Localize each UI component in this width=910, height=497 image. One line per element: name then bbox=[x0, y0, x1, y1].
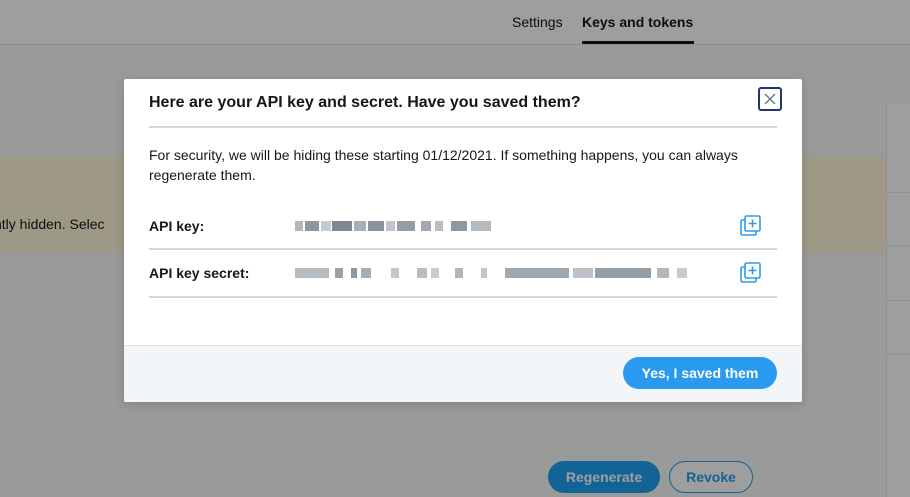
api-key-value-redacted bbox=[295, 221, 495, 235]
api-key-secret-label: API key secret: bbox=[149, 265, 250, 281]
api-key-secret-row: API key secret: bbox=[149, 250, 777, 296]
api-key-row: API key: bbox=[149, 203, 777, 249]
api-key-label: API key: bbox=[149, 218, 205, 234]
copy-api-key-button[interactable] bbox=[740, 215, 762, 237]
close-button[interactable] bbox=[758, 87, 782, 111]
title-divider bbox=[149, 126, 777, 128]
modal-footer: Yes, I saved them bbox=[124, 345, 802, 402]
copy-api-key-secret-button[interactable] bbox=[740, 262, 762, 284]
api-key-secret-value-redacted bbox=[295, 268, 695, 282]
modal-title: Here are your API key and secret. Have y… bbox=[149, 94, 581, 111]
close-icon bbox=[764, 93, 776, 105]
copy-icon bbox=[740, 215, 761, 236]
modal-description: For security, we will be hiding these st… bbox=[149, 147, 738, 183]
confirm-saved-button[interactable]: Yes, I saved them bbox=[623, 357, 777, 389]
copy-icon bbox=[740, 262, 761, 283]
api-keys-modal: Here are your API key and secret. Have y… bbox=[124, 79, 802, 402]
row-divider bbox=[149, 296, 777, 298]
